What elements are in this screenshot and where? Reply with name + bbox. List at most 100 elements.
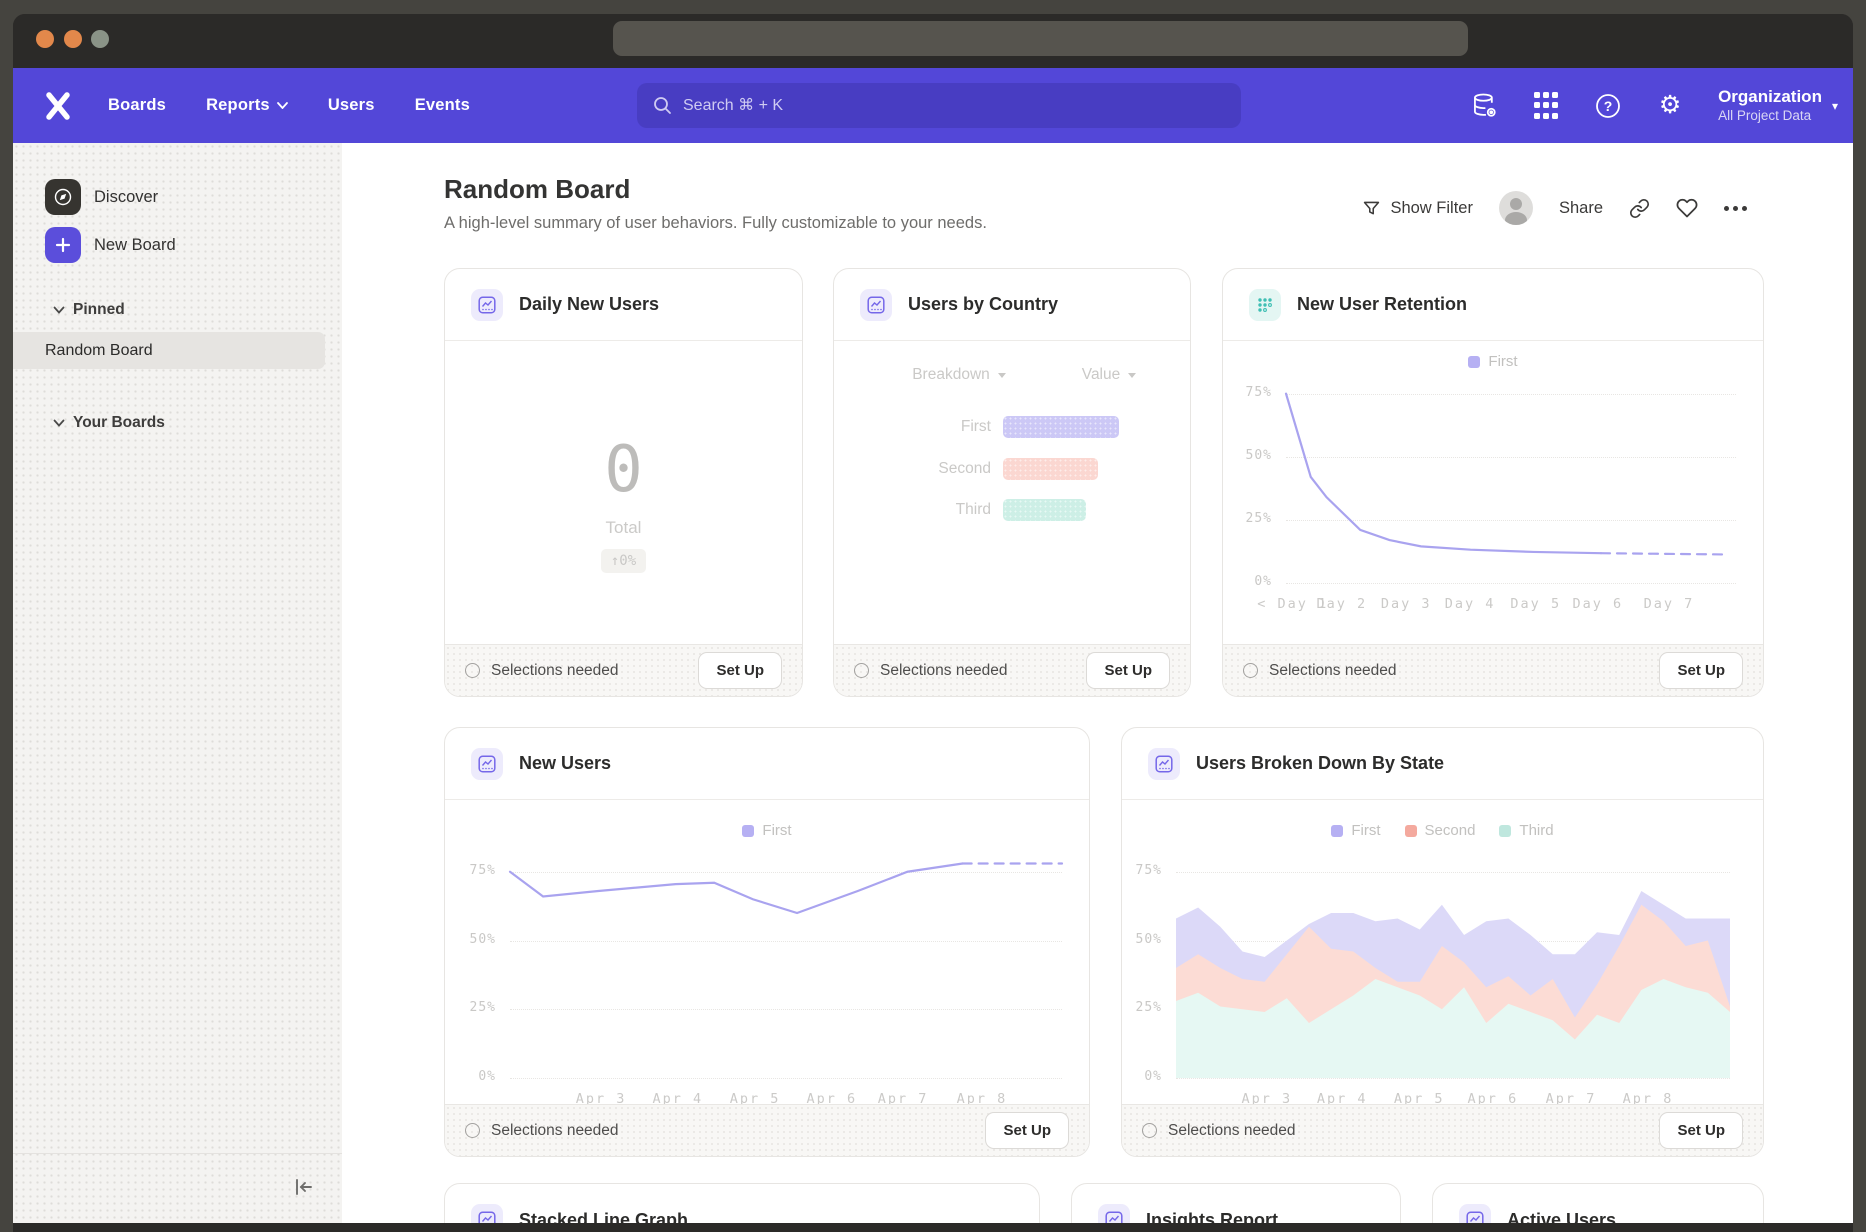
top-navbar: Boards Reports Users Events: [13, 68, 1853, 143]
apps-grid-icon[interactable]: [1532, 92, 1560, 120]
org-project: All Project Data: [1718, 108, 1822, 125]
main-panel: Random Board A high-level summary of use…: [342, 143, 1853, 1223]
card-title: Active Users: [1507, 1210, 1616, 1224]
retention-grid-icon: [1249, 289, 1281, 321]
card-title: Insights Report: [1146, 1210, 1278, 1224]
sidebar-item-random-board[interactable]: Random Board: [13, 332, 325, 369]
chart-icon: [1459, 1204, 1491, 1223]
retention-line-chart: First75%50%25%0%< Day 1Day 2Day 3Day 4Da…: [1223, 341, 1763, 644]
status-text: Selections needed: [491, 1122, 619, 1140]
breakdown-row-label: Second: [834, 458, 991, 480]
metric-value: 0: [604, 438, 643, 502]
content-area: Discover New Board Pinned Random Board Y…: [13, 143, 1853, 1223]
delta-badge: ↑0%: [601, 549, 646, 573]
plus-icon: [45, 227, 81, 263]
window-minimize-button[interactable]: [64, 30, 82, 48]
status-text: Selections needed: [491, 662, 619, 680]
collapse-sidebar-icon[interactable]: [288, 1172, 318, 1202]
avatar[interactable]: [1499, 191, 1533, 225]
breakdown-column-header[interactable]: Breakdown: [874, 365, 1044, 385]
search-input[interactable]: [683, 97, 1183, 115]
card-title: Daily New Users: [519, 294, 659, 315]
chart-icon: [471, 748, 503, 780]
search-icon: [653, 96, 672, 115]
chart-icon: [1148, 748, 1180, 780]
status-text: Selections needed: [880, 662, 1008, 680]
nav-item-events[interactable]: Events: [415, 96, 470, 115]
breakdown-row-label: First: [834, 416, 991, 438]
breakdown-row-bar: [1003, 499, 1086, 521]
sidebar-item-new-board[interactable]: New Board: [13, 227, 176, 263]
chart-icon: [860, 289, 892, 321]
chevron-down-icon: [53, 306, 65, 314]
set-up-button[interactable]: Set Up: [1086, 652, 1170, 689]
card-daily-new-users: Daily New Users 0 Total ↑0% Selections n…: [444, 268, 803, 697]
card-insights-report: Insights Report: [1071, 1183, 1401, 1223]
copy-link-icon[interactable]: [1629, 198, 1650, 219]
nav-links: Boards Reports Users Events: [108, 68, 470, 143]
status-circle-icon: [1243, 663, 1258, 678]
sidebar: Discover New Board Pinned Random Board Y…: [13, 143, 342, 1223]
settings-gear-icon[interactable]: ⚙: [1656, 92, 1684, 120]
org-switcher[interactable]: Organization All Project Data ▾: [1718, 86, 1838, 124]
sidebar-footer: [13, 1153, 342, 1223]
set-up-button[interactable]: Set Up: [985, 1112, 1069, 1149]
sidebar-section-your-boards[interactable]: Your Boards: [53, 413, 165, 433]
nav-item-users[interactable]: Users: [328, 96, 375, 115]
status-circle-icon: [854, 663, 869, 678]
card-users-by-state: Users Broken Down By State FirstSecondTh…: [1121, 727, 1764, 1157]
status-circle-icon: [465, 663, 480, 678]
set-up-button[interactable]: Set Up: [1659, 652, 1743, 689]
sidebar-item-discover[interactable]: Discover: [13, 179, 158, 215]
set-up-button[interactable]: Set Up: [1659, 1112, 1743, 1149]
card-title: New User Retention: [1297, 294, 1467, 315]
breakdown-row-bar: [1003, 458, 1098, 480]
help-icon[interactable]: ?: [1594, 92, 1622, 120]
svg-text:?: ?: [1604, 98, 1613, 114]
org-name: Organization: [1718, 86, 1822, 107]
breakdown-row: Third: [834, 499, 1190, 521]
chart-icon: [471, 1204, 503, 1223]
metric-label: Total: [606, 518, 642, 538]
show-filter-button[interactable]: Show Filter: [1362, 199, 1473, 218]
card-users-by-country: Users by Country Breakdown Value First: [833, 268, 1191, 697]
window-zoom-button[interactable]: [91, 30, 109, 48]
address-bar[interactable]: [613, 21, 1468, 56]
value-column-header[interactable]: Value: [1024, 365, 1194, 385]
card-new-users: New Users First75%50%25%0%Apr 3Apr 4Apr …: [444, 727, 1090, 1157]
nav-item-boards[interactable]: Boards: [108, 96, 166, 115]
card-active-users: Active Users: [1432, 1183, 1764, 1223]
org-caret-icon: ▾: [1832, 99, 1838, 113]
breakdown-row-label: Third: [834, 499, 991, 521]
nav-item-reports[interactable]: Reports: [206, 96, 288, 115]
favorite-heart-icon[interactable]: [1676, 197, 1698, 219]
data-management-icon[interactable]: [1470, 92, 1498, 120]
set-up-button[interactable]: Set Up: [698, 652, 782, 689]
chart-icon: [471, 289, 503, 321]
cards-grid: Daily New Users 0 Total ↑0% Selections n…: [444, 268, 1764, 1223]
global-search[interactable]: [637, 83, 1241, 128]
caret-down-icon: [1128, 373, 1136, 378]
board-description: A high-level summary of user behaviors. …: [444, 214, 987, 233]
card-new-user-retention: New User Retention First75%50%25%0%< Day…: [1222, 268, 1764, 697]
navbar-right: ? ⚙ Organization All Project Data ▾: [1470, 68, 1838, 143]
browser-window: Boards Reports Users Events: [13, 14, 1853, 1232]
mixpanel-logo-icon[interactable]: [43, 91, 73, 121]
chevron-down-icon: [277, 102, 288, 109]
chevron-down-icon: [53, 419, 65, 427]
caret-down-icon: [998, 373, 1006, 378]
breakdown-row: First: [834, 416, 1190, 438]
more-options-icon[interactable]: [1724, 206, 1747, 211]
card-title: Stacked Line Graph: [519, 1210, 688, 1224]
board-actions: Show Filter Share: [1362, 189, 1747, 227]
by-state-area-chart: FirstSecondThird75%50%25%0%Apr 3Apr 4Apr…: [1122, 800, 1763, 1104]
status-text: Selections needed: [1269, 662, 1397, 680]
status-circle-icon: [1142, 1123, 1157, 1138]
new-users-line-chart: First75%50%25%0%Apr 3Apr 4Apr 5Apr 6Apr …: [445, 800, 1089, 1104]
compass-icon: [45, 179, 81, 215]
card-title: New Users: [519, 753, 611, 774]
share-button[interactable]: Share: [1559, 199, 1603, 218]
sidebar-section-pinned[interactable]: Pinned: [53, 300, 125, 320]
status-text: Selections needed: [1168, 1122, 1296, 1140]
window-close-button[interactable]: [36, 30, 54, 48]
